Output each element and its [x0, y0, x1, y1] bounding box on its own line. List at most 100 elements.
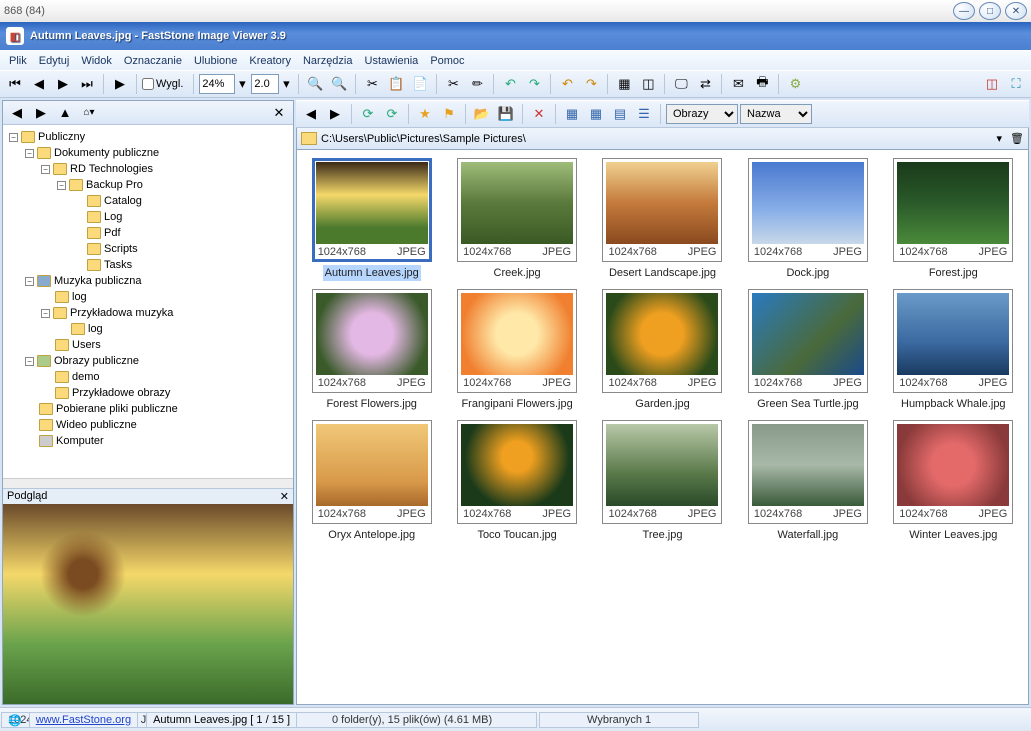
tb-refresh-icon[interactable]: ⟳: [357, 103, 379, 125]
tb-fwd-icon[interactable]: ▶: [324, 103, 346, 125]
print-icon[interactable]: 🖶: [751, 73, 773, 95]
menu-kreatory[interactable]: Kreatory: [243, 53, 297, 69]
tree-node[interactable]: demo: [41, 369, 289, 385]
tree-node[interactable]: Przykładowe obrazy: [41, 385, 289, 401]
tb-fav-icon[interactable]: ★: [414, 103, 436, 125]
thumbnail-item[interactable]: 1024x768JPEGForest Flowers.jpg: [305, 289, 438, 412]
trash-icon[interactable]: 🗑: [1010, 132, 1024, 145]
tree-node[interactable]: Tasks: [73, 257, 289, 273]
tb-back-icon[interactable]: ◀: [300, 103, 322, 125]
tree-fwd-icon[interactable]: ▶: [30, 102, 52, 124]
preview-pane[interactable]: [3, 504, 293, 704]
thumbnail-item[interactable]: 1024x768JPEGTree.jpg: [596, 420, 729, 543]
zoom-pct-input[interactable]: [199, 74, 235, 94]
tree-node[interactable]: −Publiczny: [9, 129, 289, 145]
tree-node[interactable]: −Backup Pro: [57, 177, 289, 193]
tree-close-icon[interactable]: ✕: [268, 102, 290, 124]
tree-node[interactable]: Log: [73, 209, 289, 225]
settings-icon[interactable]: ⚙: [784, 73, 806, 95]
layout-icon[interactable]: ◫: [637, 73, 659, 95]
zoom-in-icon[interactable]: 🔍: [304, 73, 326, 95]
zoom-sec-dropdown-icon[interactable]: ▾: [279, 73, 293, 95]
tree-node[interactable]: −RD Technologies: [41, 161, 289, 177]
slideshow-icon[interactable]: ▶: [109, 73, 131, 95]
view-list-icon[interactable]: ☰: [633, 103, 655, 125]
thumbnail-item[interactable]: 1024x768JPEGWaterfall.jpg: [741, 420, 874, 543]
thumbnail-item[interactable]: 1024x768JPEGDock.jpg: [741, 158, 874, 281]
tree-node[interactable]: −Przykładowa muzyka: [41, 305, 289, 321]
thumbnail-item[interactable]: 1024x768JPEGOryx Antelope.jpg: [305, 420, 438, 543]
email-icon[interactable]: ✉: [727, 73, 749, 95]
tb-save-icon[interactable]: 💾: [495, 103, 517, 125]
thumbnail-item[interactable]: 1024x768JPEGDesert Landscape.jpg: [596, 158, 729, 281]
menu-ustawienia[interactable]: Ustawienia: [359, 53, 425, 69]
menu-narzędzia[interactable]: Narzędzia: [297, 53, 359, 69]
tb-refresh2-icon[interactable]: ⟳: [381, 103, 403, 125]
folder-tree[interactable]: −Publiczny−Dokumenty publiczne−RD Techno…: [3, 125, 293, 478]
draw-icon[interactable]: ✏: [466, 73, 488, 95]
tb-tag-icon[interactable]: ⚑: [438, 103, 460, 125]
nav-first-icon[interactable]: ⏮: [4, 73, 26, 95]
layout-toggle-icon[interactable]: ◫: [981, 73, 1003, 95]
menu-edytuj[interactable]: Edytuj: [33, 53, 76, 69]
tree-node[interactable]: Pobierane pliki publiczne: [25, 401, 289, 417]
undo-icon[interactable]: ↶: [556, 73, 578, 95]
fullscreen-icon[interactable]: ⛶: [1005, 73, 1027, 95]
tree-node[interactable]: Users: [41, 337, 289, 353]
crop-icon[interactable]: ✂: [442, 73, 464, 95]
thumbnail-item[interactable]: 1024x768JPEGToco Toucan.jpg: [450, 420, 583, 543]
thumbnail-item[interactable]: 1024x768JPEGAutumn Leaves.jpg: [305, 158, 438, 281]
status-website[interactable]: www.FastStone.org: [29, 712, 138, 728]
menu-oznaczanie[interactable]: Oznaczanie: [118, 53, 188, 69]
rotate-left-icon[interactable]: ↶: [499, 73, 521, 95]
wallpaper-icon[interactable]: 🖵: [670, 73, 692, 95]
titlebar[interactable]: ◧ Autumn Leaves.jpg - FastStone Image Vi…: [0, 22, 1031, 50]
nav-next-icon[interactable]: ▶: [52, 73, 74, 95]
tree-up-icon[interactable]: ▲: [54, 102, 76, 124]
menu-plik[interactable]: Plik: [3, 53, 33, 69]
thumbnail-item[interactable]: 1024x768JPEGWinter Leaves.jpg: [887, 420, 1020, 543]
tree-node[interactable]: Scripts: [73, 241, 289, 257]
tree-node[interactable]: −Dokumenty publiczne: [25, 145, 289, 161]
cut-icon[interactable]: ✂: [361, 73, 383, 95]
path-input[interactable]: [321, 133, 993, 145]
tree-scrollbar[interactable]: [3, 478, 293, 488]
filter-dropdown[interactable]: Obrazy: [666, 104, 738, 124]
thumbnail-item[interactable]: 1024x768JPEGFrangipani Flowers.jpg: [450, 289, 583, 412]
nav-last-icon[interactable]: ⏭: [76, 73, 98, 95]
maximize-button[interactable]: □: [979, 2, 1001, 20]
zoom-pct-dropdown-icon[interactable]: ▾: [235, 73, 249, 95]
tb-delete-icon[interactable]: ✕: [528, 103, 550, 125]
thumbnail-item[interactable]: 1024x768JPEGHumpback Whale.jpg: [887, 289, 1020, 412]
menu-pomoc[interactable]: Pomoc: [424, 53, 470, 69]
thumbnail-item[interactable]: 1024x768JPEGCreek.jpg: [450, 158, 583, 281]
minimize-button[interactable]: —: [953, 2, 975, 20]
zoom-out-icon[interactable]: 🔍: [328, 73, 350, 95]
paste-icon[interactable]: 📄: [409, 73, 431, 95]
grid-icon[interactable]: ▦: [613, 73, 635, 95]
view-med-icon[interactable]: ▦: [585, 103, 607, 125]
copy-icon[interactable]: 📋: [385, 73, 407, 95]
sort-dropdown[interactable]: Nazwa: [740, 104, 812, 124]
zoom-sec-input[interactable]: [251, 74, 279, 94]
thumbnail-item[interactable]: 1024x768JPEGForest.jpg: [887, 158, 1020, 281]
redo-icon[interactable]: ↷: [580, 73, 602, 95]
tree-home-icon[interactable]: ⌂▾: [78, 102, 100, 124]
thumbnail-grid[interactable]: 1024x768JPEGAutumn Leaves.jpg1024x768JPE…: [296, 150, 1029, 705]
thumbnail-item[interactable]: 1024x768JPEGGreen Sea Turtle.jpg: [741, 289, 874, 412]
menu-ulubione[interactable]: Ulubione: [188, 53, 243, 69]
menu-widok[interactable]: Widok: [75, 53, 118, 69]
tree-node[interactable]: Komputer: [25, 433, 289, 449]
preview-close-icon[interactable]: ✕: [280, 490, 289, 503]
rotate-right-icon[interactable]: ↷: [523, 73, 545, 95]
tree-node[interactable]: log: [57, 321, 289, 337]
tree-back-icon[interactable]: ◀: [6, 102, 28, 124]
wygl-checkbox[interactable]: [142, 78, 154, 90]
thumbnail-item[interactable]: 1024x768JPEGGarden.jpg: [596, 289, 729, 412]
tree-node[interactable]: Catalog: [73, 193, 289, 209]
compare-icon[interactable]: ⇄: [694, 73, 716, 95]
tree-node[interactable]: log: [41, 289, 289, 305]
view-large-icon[interactable]: ▦: [561, 103, 583, 125]
view-small-icon[interactable]: ▤: [609, 103, 631, 125]
tree-node[interactable]: −Muzyka publiczna: [25, 273, 289, 289]
